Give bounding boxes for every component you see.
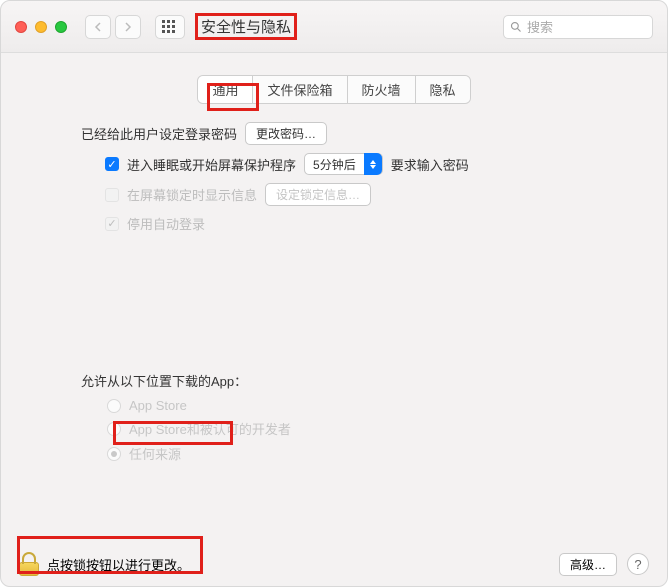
tab-bar: 通用 文件保险箱 防火墙 隐私 bbox=[21, 75, 647, 104]
tab-filevault[interactable]: 文件保险箱 bbox=[253, 76, 347, 103]
advanced-button[interactable]: 高级… bbox=[559, 553, 617, 576]
traffic-lights bbox=[15, 21, 67, 33]
disable-autologin-checkbox: ✓ bbox=[105, 217, 119, 231]
highlight-annotation bbox=[113, 421, 233, 445]
allow-option-anywhere: 任何来源 bbox=[107, 444, 647, 463]
search-icon bbox=[510, 21, 522, 33]
highlight-annotation bbox=[207, 83, 259, 111]
require-password-checkbox[interactable]: ✓ bbox=[105, 157, 119, 171]
tab-firewall[interactable]: 防火墙 bbox=[348, 76, 416, 103]
lock-message-label: 在屏幕锁定时显示信息 bbox=[127, 185, 257, 204]
help-button[interactable]: ? bbox=[627, 553, 649, 575]
radio-icon bbox=[107, 447, 121, 461]
delay-dropdown[interactable]: 5分钟后 bbox=[304, 153, 383, 175]
tab-privacy[interactable]: 隐私 bbox=[416, 76, 470, 103]
change-password-button[interactable]: 更改密码… bbox=[245, 122, 327, 145]
minimize-icon[interactable] bbox=[35, 21, 47, 33]
radio-icon bbox=[107, 399, 121, 413]
lock-message-checkbox bbox=[105, 188, 119, 202]
close-icon[interactable] bbox=[15, 21, 27, 33]
require-password-suffix: 要求输入密码 bbox=[391, 155, 469, 174]
search-placeholder: 搜索 bbox=[527, 17, 553, 36]
window-title: 安全性与隐私 bbox=[195, 13, 297, 40]
disable-autologin-label: 停用自动登录 bbox=[127, 214, 205, 233]
allow-option-appstore: App Store bbox=[107, 398, 647, 413]
allow-apps-title: 允许从以下位置下载的App： bbox=[81, 371, 647, 390]
password-set-label: 已经给此用户设定登录密码 bbox=[81, 124, 237, 143]
general-form: 已经给此用户设定登录密码 更改密码… ✓ 进入睡眠或开始屏幕保护程序 5分钟后 … bbox=[21, 122, 647, 241]
prefs-window: 安全性与隐私 搜索 通用 文件保险箱 防火墙 隐私 已经给此用户设定登录密码 更… bbox=[0, 0, 668, 587]
require-password-label: 进入睡眠或开始屏幕保护程序 bbox=[127, 155, 296, 174]
search-input[interactable]: 搜索 bbox=[503, 15, 653, 39]
highlight-annotation bbox=[17, 536, 203, 574]
chevron-updown-icon bbox=[364, 153, 382, 175]
back-button[interactable] bbox=[85, 15, 111, 39]
set-lock-message-button: 设定锁定信息… bbox=[265, 183, 371, 206]
content-area: 通用 文件保险箱 防火墙 隐私 已经给此用户设定登录密码 更改密码… ✓ 进入睡… bbox=[1, 53, 667, 542]
show-all-button[interactable] bbox=[155, 15, 185, 39]
forward-button[interactable] bbox=[115, 15, 141, 39]
maximize-icon[interactable] bbox=[55, 21, 67, 33]
titlebar: 安全性与隐私 搜索 bbox=[1, 1, 667, 53]
allow-apps-section: 允许从以下位置下载的App： App Store App Store和被认可的开… bbox=[21, 371, 647, 463]
